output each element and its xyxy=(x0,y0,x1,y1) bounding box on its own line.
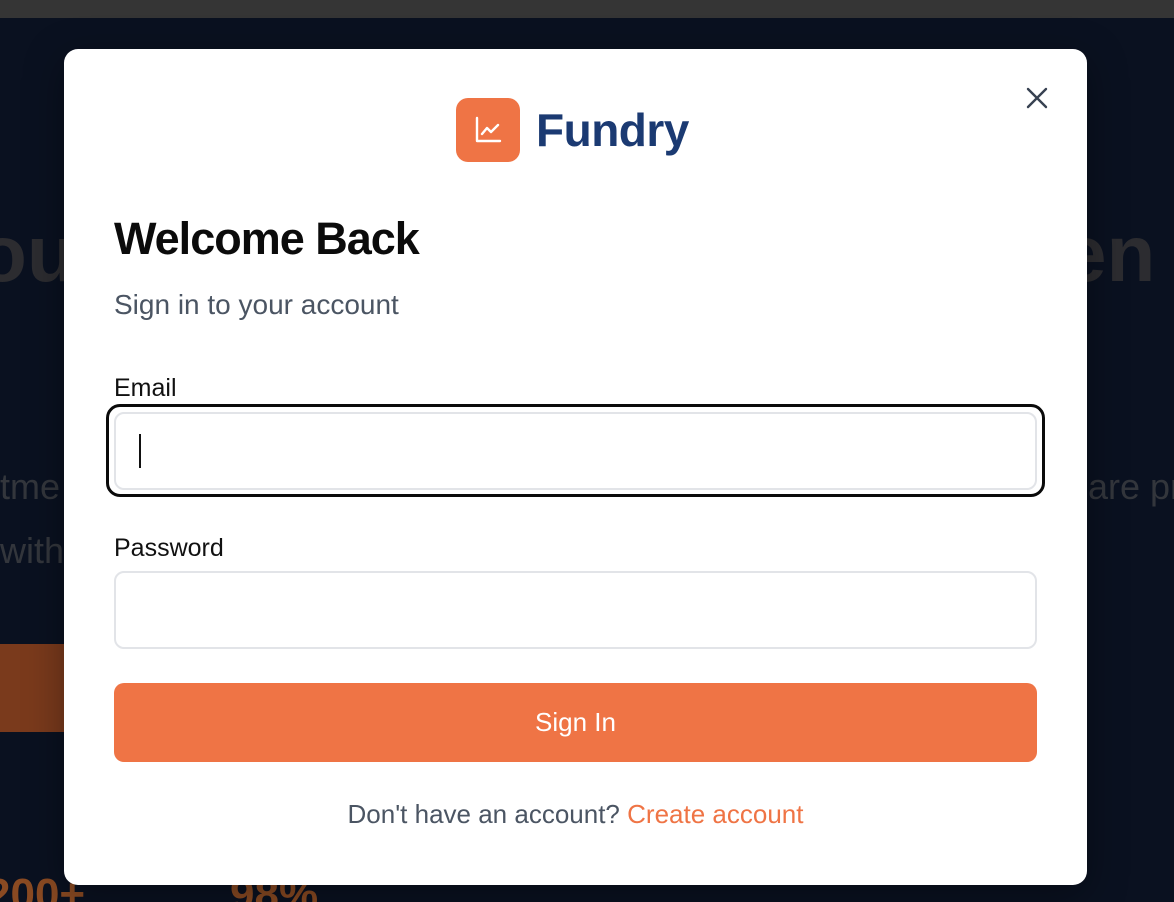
password-field[interactable] xyxy=(114,571,1037,649)
email-field[interactable] xyxy=(114,412,1037,490)
create-account-link[interactable]: Create account xyxy=(627,799,803,829)
close-button[interactable] xyxy=(1022,83,1052,113)
password-label: Password xyxy=(114,534,224,562)
brand-name: Fundry xyxy=(536,104,689,156)
background-text-fragment: with xyxy=(0,530,65,571)
text-caret xyxy=(139,434,141,468)
page-title: Welcome Back xyxy=(114,213,420,264)
sign-in-button[interactable]: Sign In xyxy=(114,683,1037,762)
sign-in-modal: Fundry Welcome Back Sign in to your acco… xyxy=(64,49,1087,885)
chart-line-icon xyxy=(475,116,502,143)
create-account-prompt: Don't have an account? Create account xyxy=(64,799,1087,830)
email-label: Email xyxy=(114,374,177,402)
brand-logo xyxy=(456,98,520,162)
background-text-fragment: tme xyxy=(0,466,61,507)
close-icon xyxy=(1026,87,1048,109)
page-subtitle: Sign in to your account xyxy=(114,289,399,320)
footer-prompt-text: Don't have an account? xyxy=(347,799,620,829)
background-cta-button xyxy=(0,644,72,732)
brand: Fundry xyxy=(456,98,689,162)
background-text-fragment: are pr xyxy=(1088,466,1174,507)
browser-top-bar xyxy=(0,0,1174,18)
